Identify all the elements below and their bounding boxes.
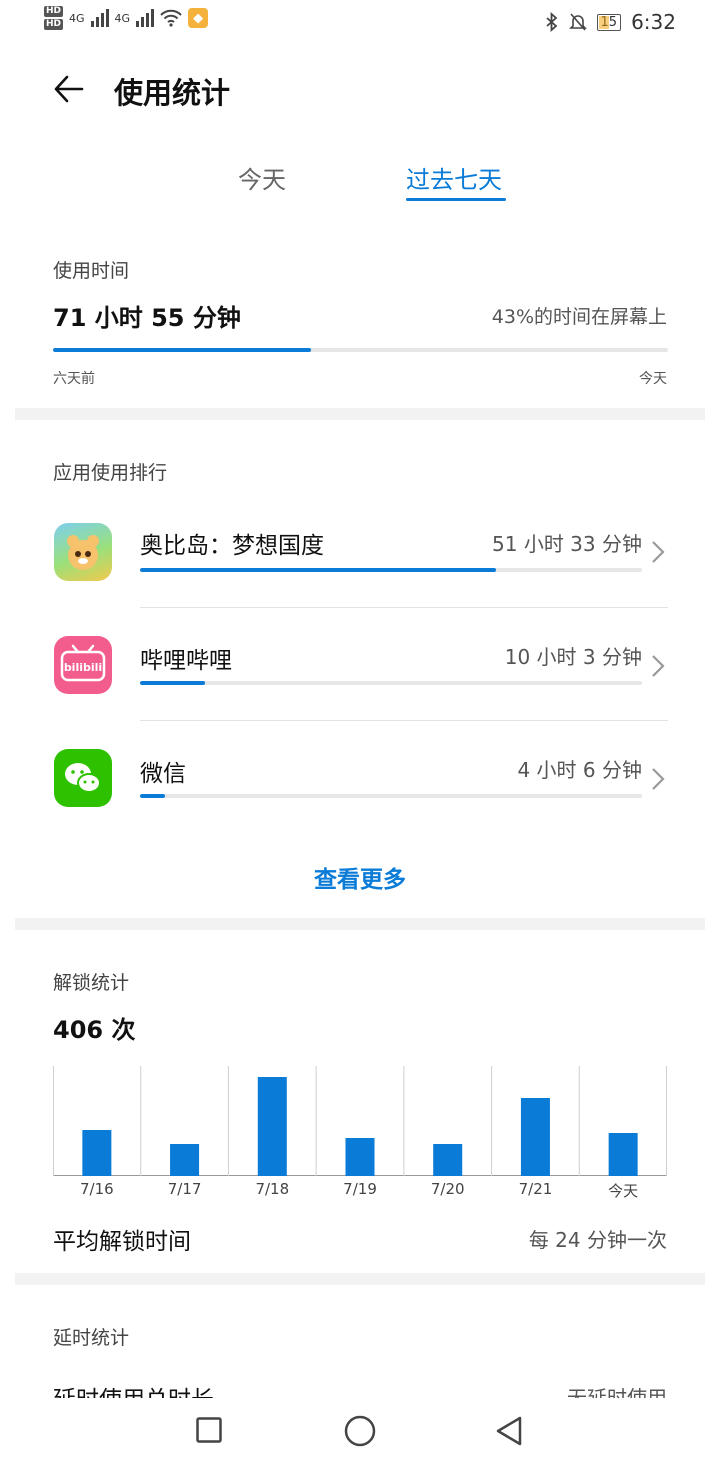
system-nav-bar	[0, 1398, 720, 1469]
usage-total: 71 小时 55 分钟	[53, 304, 241, 332]
app-usage-fill	[140, 568, 497, 572]
avg-unlock-label: 平均解锁时间	[53, 1229, 191, 1255]
app-name: 奥比岛：梦想国度	[140, 533, 324, 559]
chart-bar-2	[257, 1077, 287, 1176]
recent-apps-icon[interactable]	[196, 1417, 222, 1443]
mute-bell-icon	[568, 13, 587, 31]
wechat-icon	[54, 749, 112, 807]
app-usage-time: 51 小时 33 分钟	[492, 532, 642, 556]
status-right: 15 6:32	[545, 10, 676, 34]
back-arrow-icon[interactable]	[52, 72, 86, 106]
app-usage-time: 10 小时 3 分钟	[504, 645, 642, 669]
app-ranking-label: 应用使用排行	[53, 462, 168, 484]
app-row-bilibili[interactable]: bilibili 哔哩哔哩 10 小时 3 分钟	[0, 608, 720, 720]
network-type-1: 4G	[69, 11, 85, 25]
vip-diamond-icon: ◆	[188, 8, 209, 28]
range-end-label: 今天	[639, 371, 667, 387]
app-usage-bar	[140, 681, 642, 685]
battery-icon: 15	[596, 13, 622, 31]
usage-progress-fill	[53, 348, 312, 352]
chevron-right-icon	[652, 768, 665, 790]
section-divider	[15, 918, 705, 930]
signal-icon	[136, 9, 155, 27]
chart-x-label: 7/18	[255, 1180, 290, 1198]
tab-today[interactable]: 今天	[238, 160, 286, 195]
section-divider	[15, 408, 705, 420]
bilibili-icon: bilibili	[54, 636, 112, 694]
delay-stats-label: 延时统计	[53, 1327, 130, 1349]
screen-percent: 43%的时间在屏幕上	[491, 306, 667, 328]
chevron-right-icon	[652, 655, 665, 677]
status-left: HD HD 4G 4G ◆	[44, 6, 209, 30]
chart-bar-5	[520, 1098, 550, 1176]
chart-x-label: 7/16	[80, 1180, 114, 1198]
app-name: 哔哩哔哩	[140, 648, 232, 674]
app-row-wechat[interactable]: 微信 4 小时 6 分钟	[0, 721, 720, 833]
usage-progress-bar	[53, 348, 668, 352]
chart-bar-3	[345, 1138, 375, 1176]
avg-unlock-value: 每 24 分钟一次	[528, 1228, 667, 1252]
range-start-label: 六天前	[53, 371, 95, 387]
chart-x-label: 7/19	[343, 1180, 377, 1198]
chart-x-label: 7/17	[167, 1180, 202, 1198]
signal-icon	[90, 9, 109, 27]
hd-icon: HD HD	[44, 6, 64, 30]
usage-time-label: 使用时间	[53, 260, 130, 282]
view-more-link[interactable]: 查看更多	[0, 860, 720, 894]
chart-bar-0	[82, 1130, 112, 1176]
chart-bar-4	[433, 1144, 463, 1176]
chart-x-label: 7/21	[518, 1180, 553, 1198]
chart-x-label: 今天	[608, 1182, 639, 1200]
tab-indicator	[406, 198, 506, 201]
app-row-obi-island[interactable]: 奥比岛：梦想国度 51 小时 33 分钟	[0, 496, 720, 608]
page-title: 使用统计	[114, 76, 231, 110]
chevron-right-icon	[652, 541, 665, 563]
unlock-count: 406 次	[53, 1016, 136, 1044]
unlock-bar-chart	[53, 1066, 667, 1176]
back-triangle-icon[interactable]	[495, 1415, 523, 1447]
unlock-stats-label: 解锁统计	[53, 972, 130, 994]
app-name: 微信	[140, 761, 186, 787]
app-usage-fill	[140, 794, 166, 798]
network-type-2: 4G	[114, 11, 131, 25]
section-divider	[15, 1273, 705, 1285]
wifi-icon	[160, 9, 182, 27]
app-usage-fill	[140, 681, 206, 685]
chart-bar-6	[608, 1133, 638, 1176]
home-icon[interactable]	[344, 1415, 376, 1447]
status-bar: HD HD 4G 4G ◆ 15 6:32	[0, 0, 720, 44]
bluetooth-icon	[545, 12, 557, 32]
svg-text:bilibili: bilibili	[64, 661, 102, 674]
chart-x-axis: 7/16 7/17 7/18 7/19 7/20 7/21 今天	[53, 1180, 667, 1202]
tab-past-seven-days[interactable]: 过去七天	[406, 160, 502, 195]
chart-bar-1	[170, 1144, 200, 1176]
app-usage-bar	[140, 794, 642, 798]
obi-island-game-icon	[54, 523, 112, 581]
app-usage-bar	[140, 568, 642, 572]
app-usage-time: 4 小时 6 分钟	[517, 758, 642, 782]
chart-x-label: 7/20	[430, 1180, 465, 1198]
clock: 6:32	[631, 10, 676, 34]
